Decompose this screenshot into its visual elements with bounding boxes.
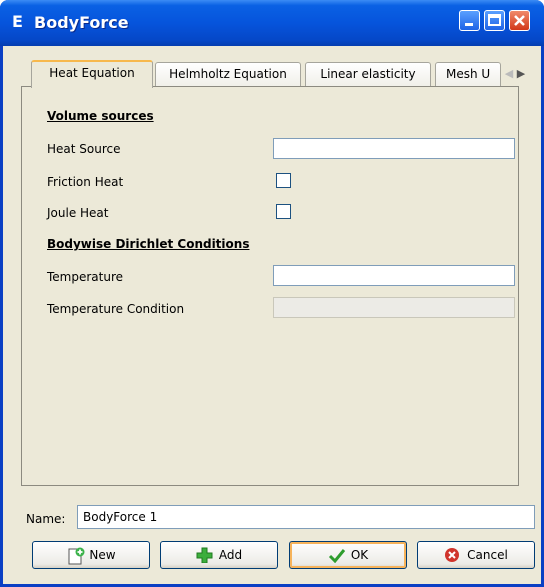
add-button-label: Add	[218, 548, 243, 562]
cancel-button[interactable]: Cancel	[417, 541, 535, 569]
temperature-condition-input	[273, 297, 515, 318]
name-label: Name:	[26, 512, 66, 526]
title-bar[interactable]: E BodyForce	[0, 0, 544, 46]
minimize-icon	[465, 23, 473, 26]
name-input[interactable]: BodyForce 1	[77, 505, 535, 529]
new-button[interactable]: New	[32, 541, 150, 569]
temperature-condition-label: Temperature Condition	[47, 302, 185, 316]
checkmark-icon	[328, 547, 346, 564]
app-icon: E	[12, 12, 23, 31]
tab-scroll-right-icon[interactable]: ▶	[517, 67, 525, 80]
close-icon	[514, 15, 525, 26]
ok-button[interactable]: OK	[289, 541, 407, 569]
tab-helmholtz-equation[interactable]: Helmholtz Equation	[155, 62, 301, 87]
new-document-icon	[66, 547, 85, 565]
friction-heat-checkbox[interactable]	[276, 173, 291, 188]
temperature-input[interactable]	[273, 265, 515, 286]
heat-source-input[interactable]	[273, 138, 515, 159]
window-title: BodyForce	[34, 13, 129, 32]
cancel-x-icon	[444, 547, 462, 563]
joule-heat-label: Joule Heat	[47, 206, 109, 220]
tab-heat-equation[interactable]: Heat Equation	[31, 60, 153, 88]
volume-sources-heading: Volume sources	[47, 109, 154, 123]
add-button[interactable]: Add	[160, 541, 278, 569]
heat-source-label: Heat Source	[47, 142, 121, 156]
tab-mesh-update[interactable]: Mesh U	[435, 62, 501, 87]
new-button-label: New	[89, 548, 116, 562]
bodywise-dirichlet-heading: Bodywise Dirichlet Conditions	[47, 237, 250, 251]
temperature-label: Temperature	[47, 270, 124, 284]
minimize-button[interactable]	[459, 10, 480, 31]
close-button[interactable]	[509, 10, 530, 31]
friction-heat-label: Friction Heat	[47, 175, 124, 189]
cancel-button-label: Cancel	[467, 548, 508, 562]
tab-scroll-arrows[interactable]: ◀ ▶	[500, 63, 530, 85]
add-plus-icon	[196, 547, 214, 564]
tab-scroll-left-icon[interactable]: ◀	[505, 67, 513, 80]
ok-button-label: OK	[350, 548, 369, 562]
tab-linear-elasticity[interactable]: Linear elasticity	[305, 62, 431, 87]
maximize-icon	[488, 14, 501, 26]
joule-heat-checkbox[interactable]	[276, 204, 291, 219]
maximize-button[interactable]	[484, 10, 505, 31]
